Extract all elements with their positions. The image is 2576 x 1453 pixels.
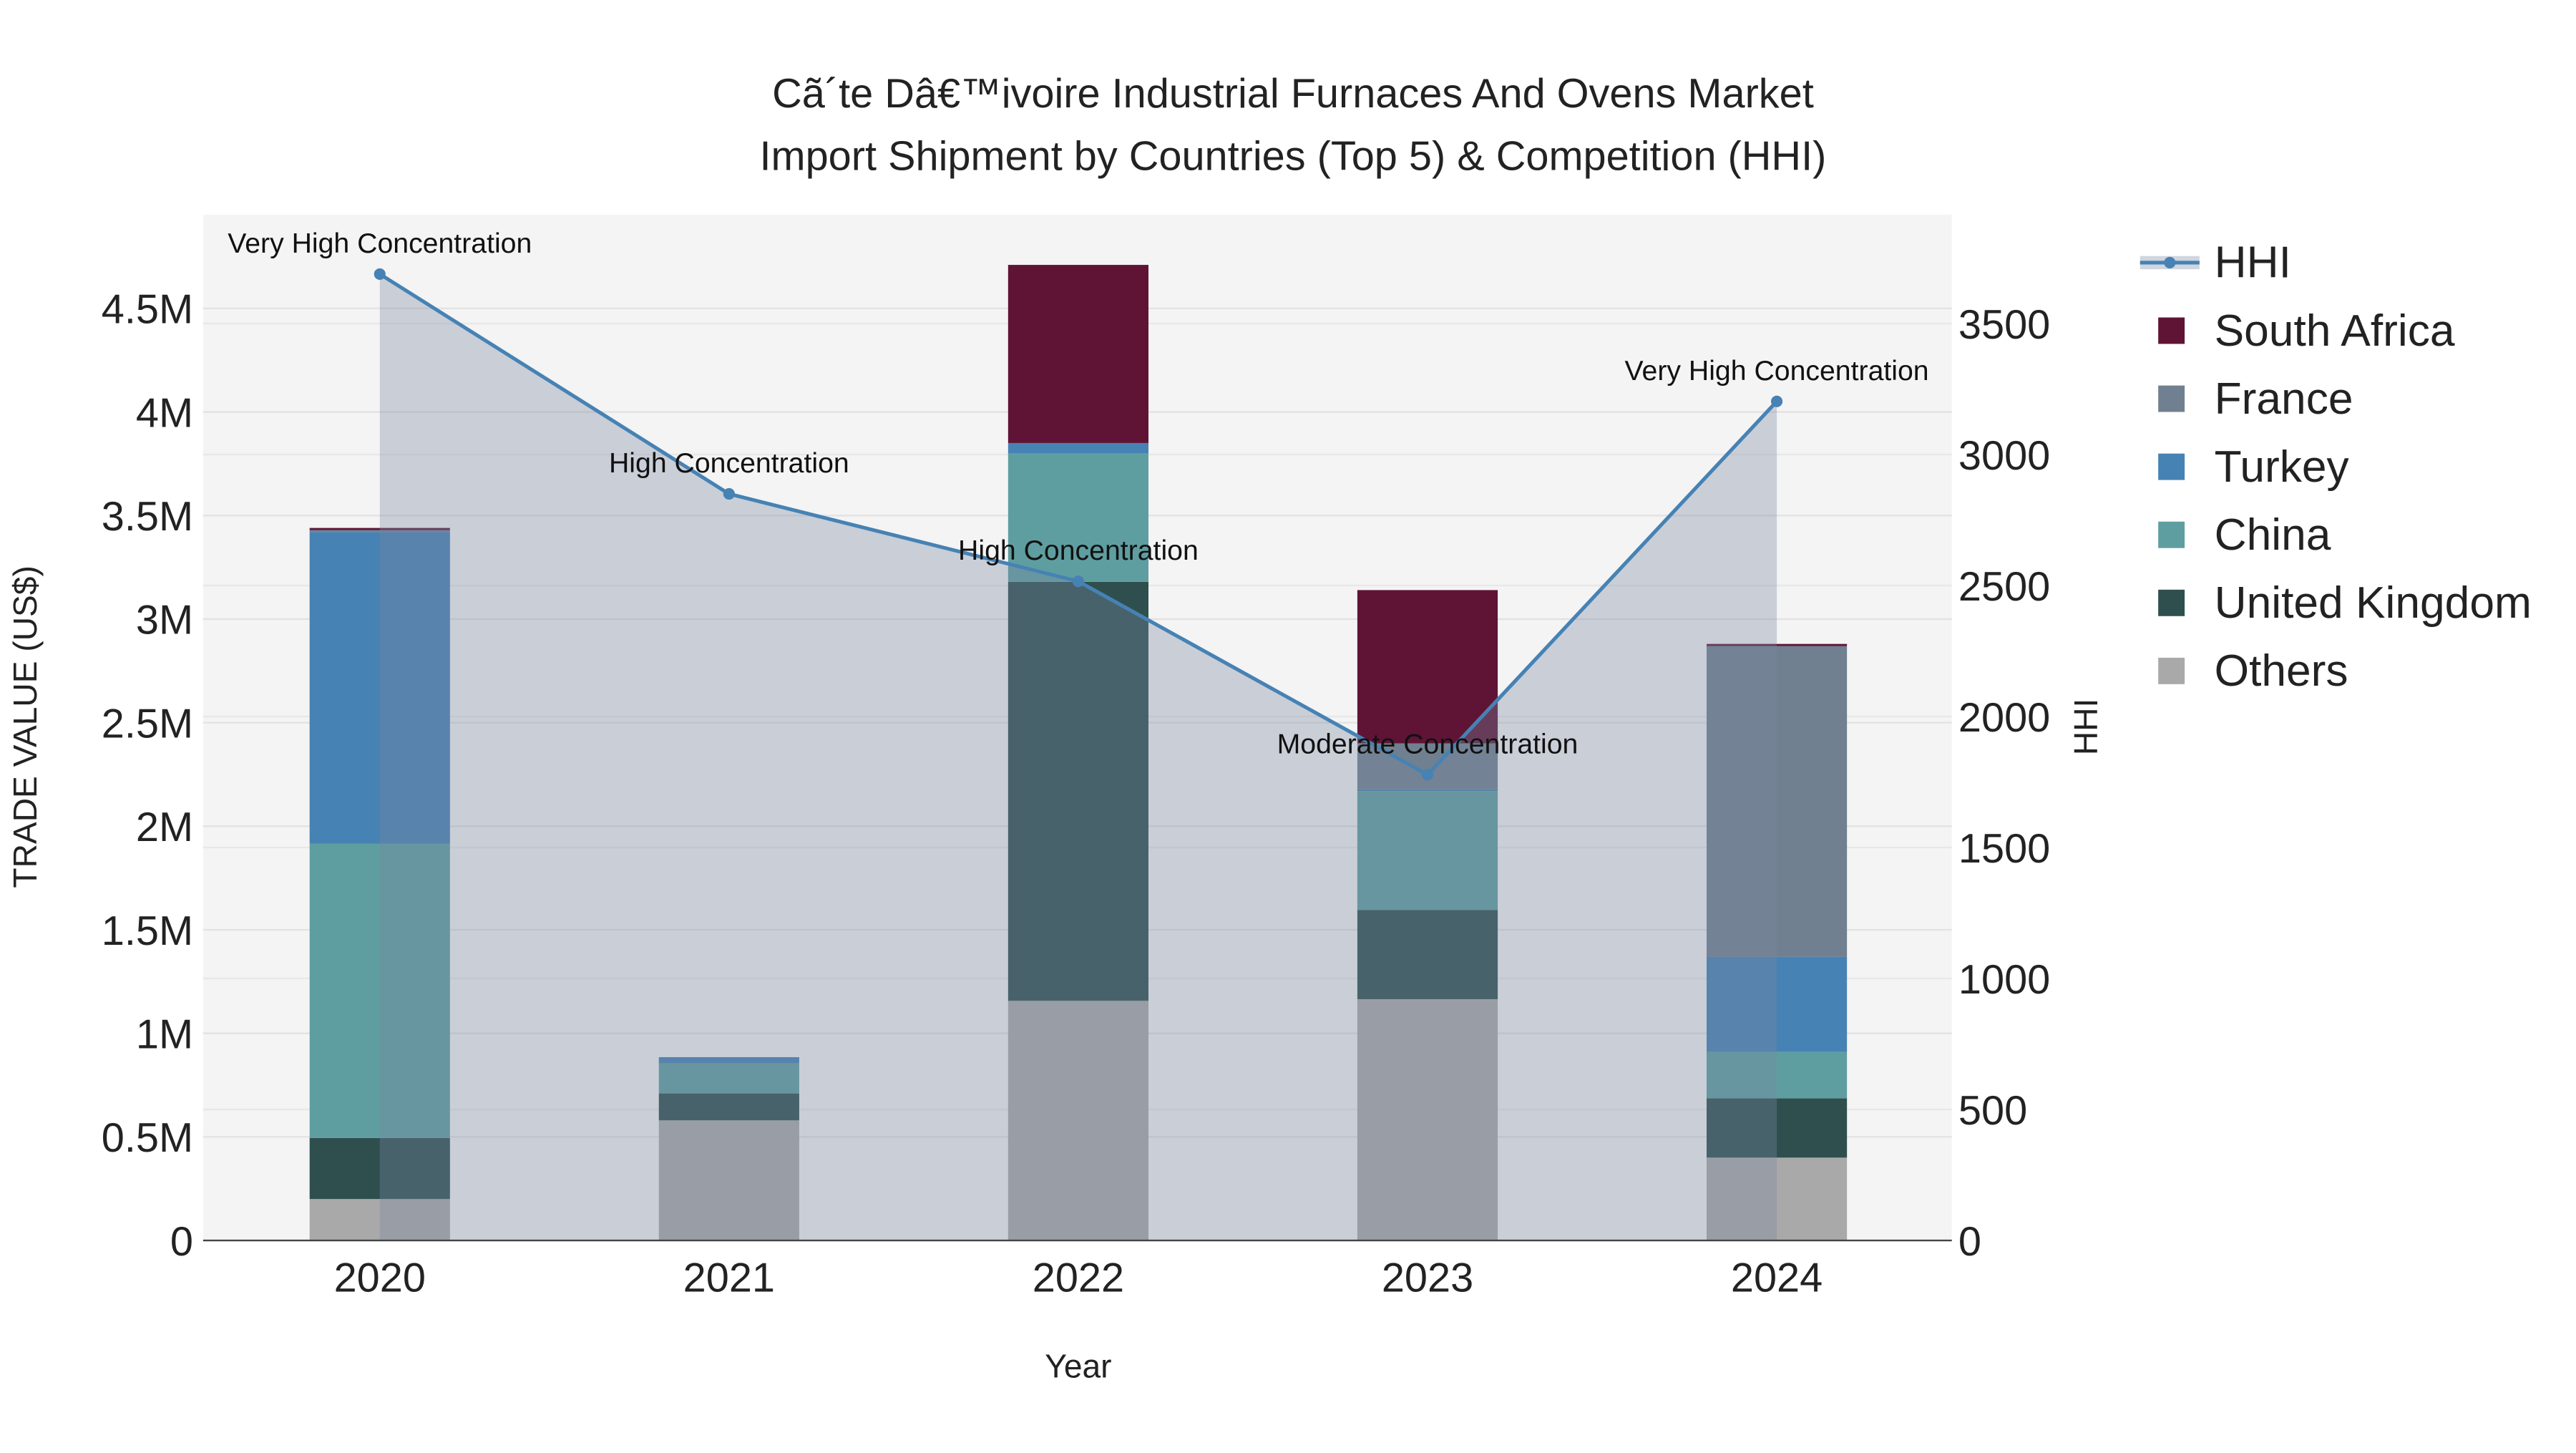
legend-swatch-south-africa — [2158, 317, 2185, 344]
y2-tick-label: 2500 — [1958, 564, 2050, 610]
x-tick-label: 2021 — [683, 1255, 775, 1301]
y2-tick-label: 3000 — [1958, 433, 2050, 479]
x-tick-label: 2022 — [1033, 1255, 1124, 1301]
y2-axis-title: HHI — [2067, 699, 2104, 755]
legend-swatch-turkey — [2158, 453, 2185, 480]
y-tick-label: 4.5M — [102, 287, 193, 333]
y-tick-label: 0.5M — [102, 1115, 193, 1161]
legend-swatch-france — [2158, 385, 2185, 412]
legend-label: France — [2215, 374, 2353, 424]
y-tick-label: 3.5M — [102, 494, 193, 540]
x-tick-label: 2023 — [1382, 1255, 1473, 1301]
y-axis-title: TRADE VALUE (US$) — [6, 565, 44, 888]
y-tick-label: 4M — [136, 390, 193, 436]
hhi-point — [723, 487, 735, 500]
y2-tick-label: 1500 — [1958, 826, 2050, 872]
hhi-point — [374, 268, 386, 280]
chart: Very High Concentration High Concentratio… — [6, 71, 2532, 1385]
hhi-annotation: Very High Concentration — [228, 228, 532, 259]
hhi-annotation: Very High Concentration — [1625, 355, 1929, 387]
bar-south-africa-2022 — [1008, 265, 1148, 443]
legend-swatch-united-kingdom — [2158, 589, 2185, 616]
legend-label: China — [2215, 510, 2331, 560]
hhi-annotation: Moderate Concentration — [1277, 728, 1579, 759]
y-tick-label: 3M — [136, 598, 193, 643]
hhi-point — [1072, 575, 1084, 588]
legend-swatch-others — [2158, 657, 2185, 684]
x-tick-label: 2020 — [334, 1255, 426, 1301]
y2-tick-label: 2000 — [1958, 695, 2050, 741]
hhi-annotation: High Concentration — [609, 447, 849, 479]
hhi-point — [1421, 769, 1434, 781]
legend-swatch-china — [2158, 521, 2185, 548]
legend-label: United Kingdom — [2215, 578, 2532, 628]
y2-tick-label: 500 — [1958, 1088, 2027, 1134]
y-tick-label: 2.5M — [102, 701, 193, 747]
bar-turkey-2022 — [1008, 442, 1148, 454]
x-axis-title: Year — [1045, 1348, 1111, 1385]
y-tick-label: 0 — [170, 1219, 193, 1265]
chart-title-line1: Cã´te Dâ€™ivoire Industrial Furnaces And… — [772, 71, 1814, 117]
hhi-point — [1771, 395, 1783, 407]
y2-tick-label: 0 — [1958, 1219, 1981, 1265]
hhi-annotation: High Concentration — [958, 535, 1199, 566]
y2-tick-label: 3500 — [1958, 302, 2050, 348]
legend-label: Turkey — [2215, 442, 2350, 492]
legend-label: HHI — [2215, 238, 2291, 288]
legend-label: Others — [2215, 646, 2348, 696]
y-tick-label: 1.5M — [102, 908, 193, 954]
chart-title-line2: Import Shipment by Countries (Top 5) & C… — [760, 134, 1827, 180]
y-tick-label: 2M — [136, 805, 193, 850]
legend-hhi-marker — [2164, 256, 2176, 268]
x-tick-label: 2024 — [1731, 1255, 1823, 1301]
y2-tick-label: 1000 — [1958, 957, 2050, 1003]
legend-label: South Africa — [2215, 306, 2455, 356]
y-tick-label: 1M — [136, 1011, 193, 1057]
